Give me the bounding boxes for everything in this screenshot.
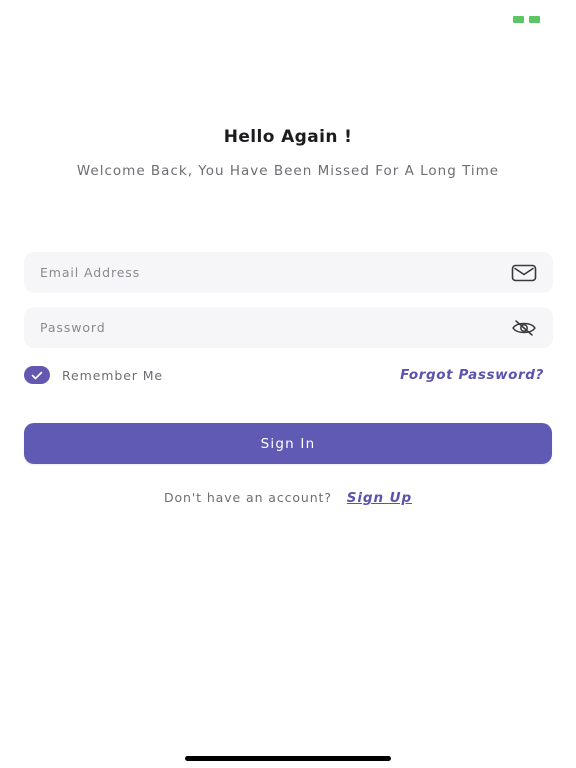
remember-me-checkbox[interactable] [24, 366, 50, 384]
forgot-password-link[interactable]: Forgot Password? [400, 367, 544, 383]
checkmark-icon [31, 371, 43, 379]
eye-off-icon[interactable] [511, 319, 537, 337]
home-indicator[interactable] [185, 756, 391, 761]
email-field-container[interactable] [24, 252, 553, 293]
email-field[interactable] [40, 265, 511, 280]
status-indicator-icon [513, 15, 540, 23]
sign-up-link[interactable]: Sign Up [347, 490, 412, 506]
envelope-icon [511, 264, 537, 282]
signup-prompt: Don't have an account? [163, 490, 332, 505]
sign-in-button[interactable]: Sign In [24, 423, 552, 464]
password-field[interactable] [40, 320, 511, 335]
page-title: Hello Again ! [223, 127, 353, 147]
remember-me-row[interactable]: Remember Me [24, 366, 163, 384]
signup-row: Don't have an account? Sign Up [0, 490, 576, 506]
remember-me-label: Remember Me [62, 367, 163, 383]
status-segment-right [529, 15, 540, 23]
status-segment-left [513, 15, 524, 23]
page-subtitle: Welcome Back, You Have Been Missed For A… [76, 163, 500, 179]
password-field-container[interactable] [24, 307, 553, 348]
